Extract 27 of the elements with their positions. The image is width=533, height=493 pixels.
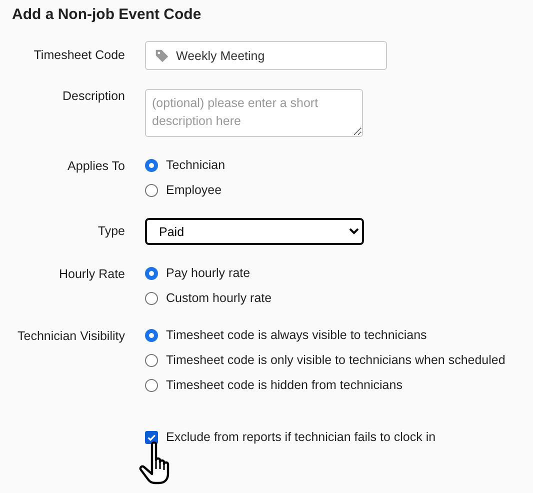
radio-button[interactable] bbox=[145, 158, 158, 172]
timesheet-code-field[interactable]: Weekly Meeting bbox=[145, 41, 387, 70]
field-label: Hourly Rate bbox=[59, 266, 125, 283]
field-label: Type bbox=[98, 223, 125, 240]
radio-button[interactable] bbox=[145, 328, 158, 342]
radio-button[interactable] bbox=[145, 292, 158, 304]
field-label: Technician Visibility bbox=[18, 328, 125, 345]
field-label: Description bbox=[62, 89, 125, 105]
radio-option[interactable]: Timesheet code is hidden from technicians bbox=[145, 376, 533, 394]
checkbox[interactable] bbox=[145, 430, 158, 444]
radio-button[interactable] bbox=[145, 266, 158, 280]
tag-icon bbox=[155, 49, 169, 63]
form-title: Add a Non-job Event Code bbox=[11, 5, 202, 23]
description-field[interactable]: (optional) please enter a short description here bbox=[145, 89, 363, 137]
field-label: Applies To bbox=[68, 158, 125, 175]
radio-option[interactable]: Timesheet code is always visible to technicians bbox=[145, 326, 533, 344]
radio-button[interactable] bbox=[145, 378, 158, 392]
radio-option[interactable]: Technician bbox=[145, 156, 533, 174]
type-dropdown[interactable]: Paid bbox=[145, 218, 364, 245]
checkbox-option[interactable]: Exclude from reports if technician fails to clock in bbox=[145, 430, 533, 444]
radio-option[interactable]: Timesheet code is only visible to technicians when scheduled bbox=[145, 351, 533, 369]
radio-button[interactable] bbox=[145, 184, 158, 196]
radio-option[interactable]: Employee bbox=[145, 181, 533, 199]
radio-button[interactable] bbox=[145, 354, 158, 366]
radio-option[interactable]: Pay hourly rate bbox=[145, 264, 533, 282]
radio-option[interactable]: Custom hourly rate bbox=[145, 289, 533, 307]
field-label: Timesheet Code bbox=[34, 47, 125, 64]
